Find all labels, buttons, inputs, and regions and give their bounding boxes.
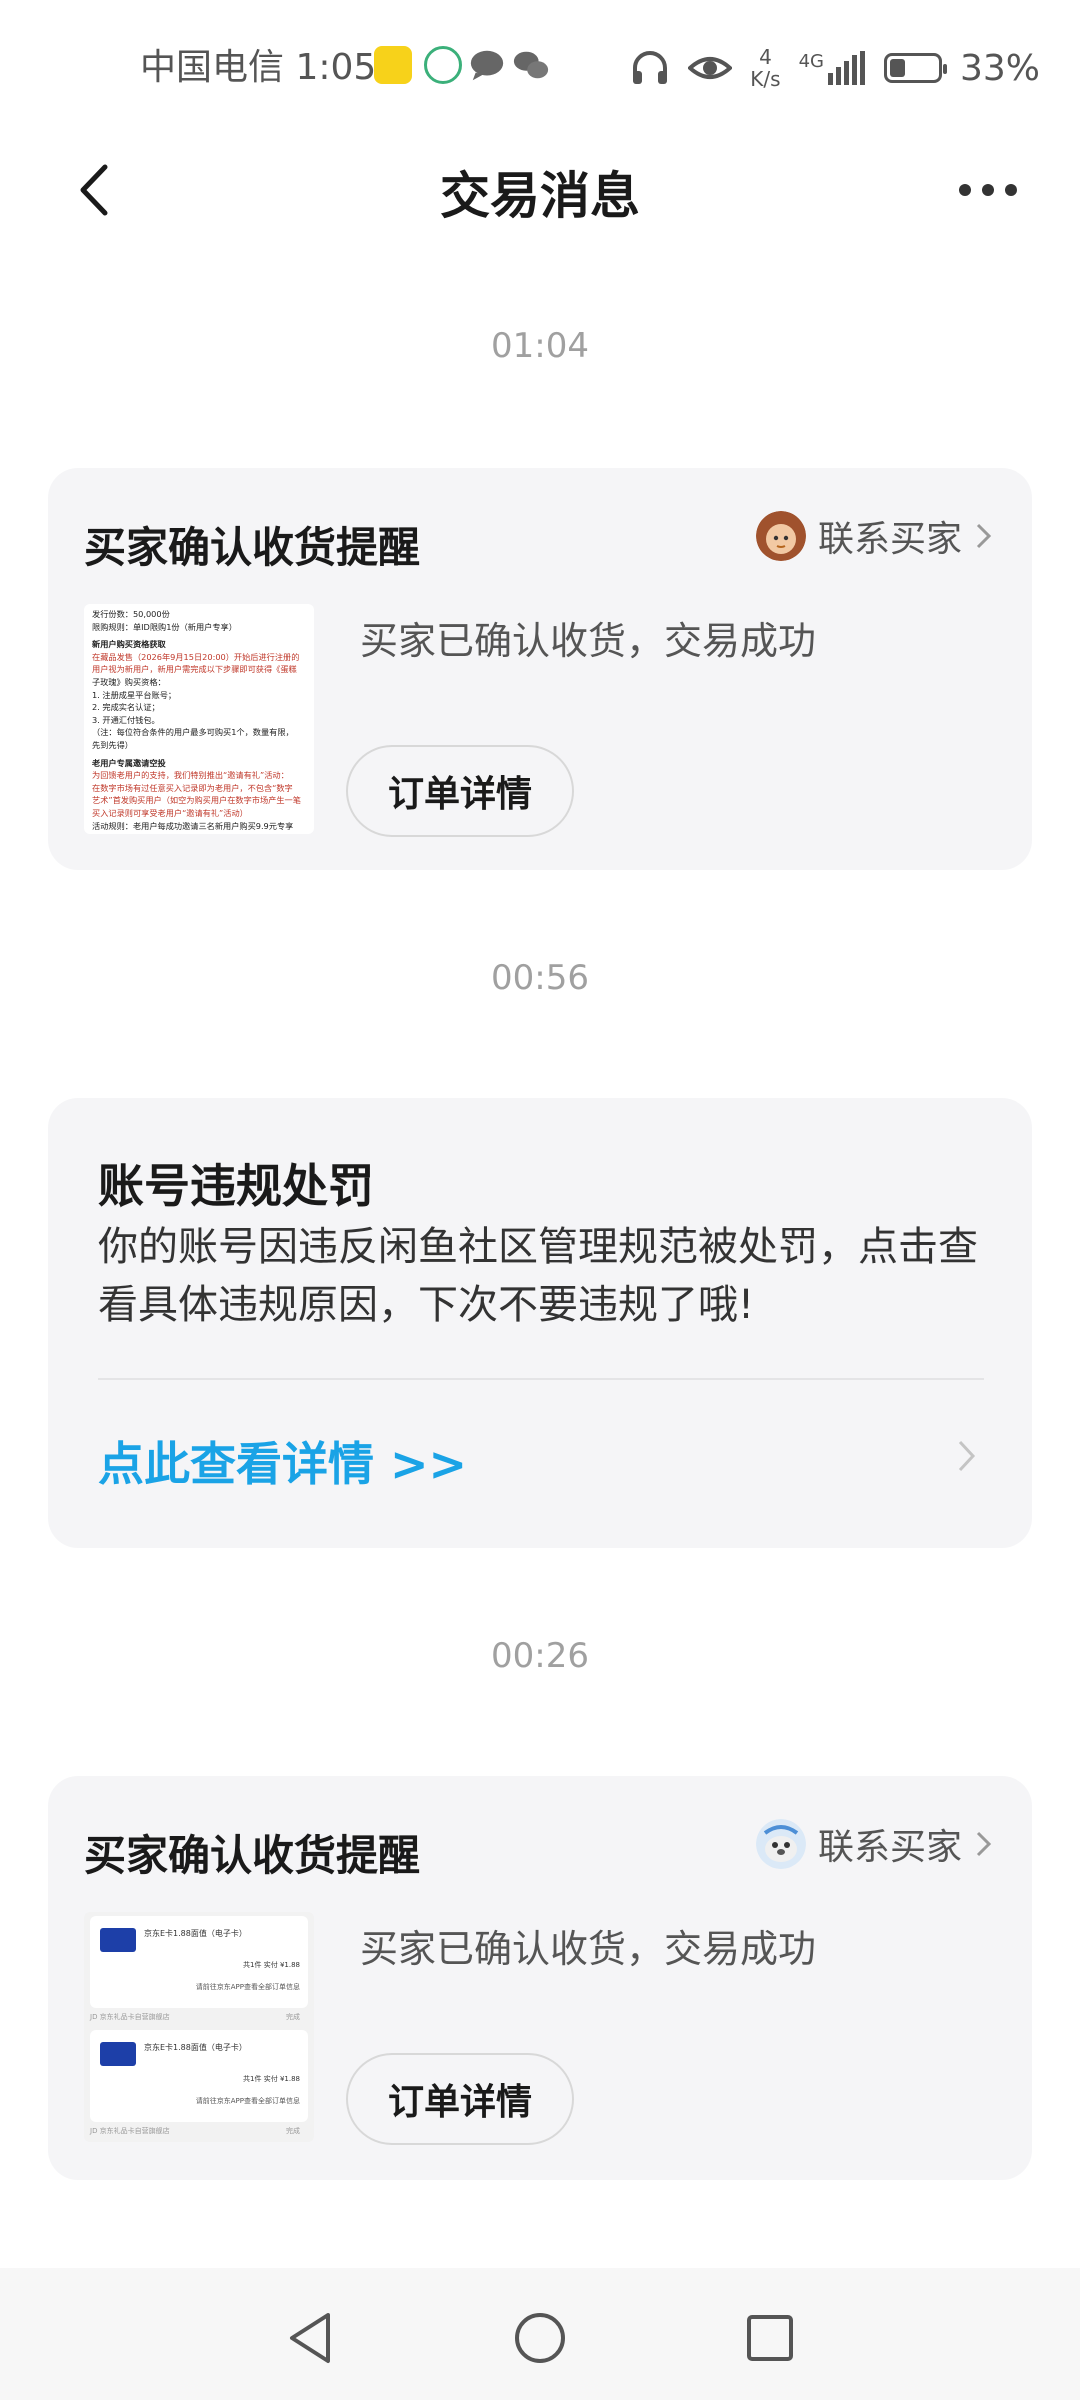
order-details-button[interactable]: 订单详情 (346, 745, 574, 837)
order-description: 买家已确认收货，交易成功 (360, 1927, 817, 1971)
thumbnail-text-line: 在数字市场有过任意买入记录即为老用户，不包含“数字 (92, 782, 293, 793)
thumbnail-text-line: 艺术”首发购买用户（如空为购买用户在数字市场产生一笔 (92, 795, 301, 806)
product-summary: 京东E卡1.88面值（电子卡） 共1件 实付 ¥1.88 请前往京东APP查看全… (90, 2030, 308, 2122)
status-bar: 中国电信 1:05 4 K/s 4G 33% (0, 0, 1080, 130)
page-title: 交易消息 (440, 167, 640, 225)
buyer-avatar (755, 511, 806, 561)
buyer-avatar (755, 1819, 806, 1869)
chevron-right-icon (958, 1440, 976, 1472)
thumbnail-text-line: 限购规则：单ID限购1份（新用户专享） (92, 621, 237, 632)
eye-icon (688, 57, 733, 79)
order-confirm-card[interactable]: 买家确认收货提醒 联系买家 发行份数：50,000份限购规则：单ID限购1份（新… (48, 468, 1032, 870)
header: 交易消息 (0, 130, 1080, 250)
thumbnail-text-line: 为回馈老用户的支持，我们特别推出“邀请有礼”活动： (92, 770, 289, 781)
carrier-label: 中国电信 (140, 47, 285, 88)
thumbnail-text-line: 1. 注册成星平台账号； (92, 689, 177, 700)
card-title: 买家确认收货提醒 (84, 1831, 421, 1880)
wechat-icon (513, 51, 549, 79)
thumbnail-text-line: （注：每位符合条件的用户最多可购买1个，数量有限， (92, 727, 294, 738)
product-summary: 京东E卡1.88面值（电子卡） 共1件 实付 ¥1.88 请前往京东APP查看全… (90, 1916, 308, 2008)
message-timestamp: 00:26 (491, 1636, 589, 1676)
contact-buyer-label: 联系买家 (817, 519, 962, 560)
order-confirm-card[interactable]: 买家确认收货提醒 联系买家 京东E卡1.88面值（电子卡） 共1件 实付 ¥1.… (48, 1776, 1032, 2180)
notification-app-icon (374, 46, 412, 84)
divider (98, 1378, 984, 1380)
chevron-right-icon (976, 523, 992, 549)
jd-card-icon (100, 1928, 136, 1952)
thumbnail-document: 发行份数：50,000份限购规则：单ID限购1份（新用户专享） 新用户购买资格获取… (84, 604, 314, 834)
thumbnail-text-line: 发行份数：50,000份 (92, 609, 170, 619)
card-title: 买家确认收货提醒 (84, 523, 421, 572)
order-thumbnail[interactable]: 发行份数：50,000份限购规则：单ID限购1份（新用户专享） 新用户购买资格获取… (84, 604, 314, 834)
nav-recent-button[interactable] (730, 2298, 810, 2378)
notification-leaf-icon (424, 46, 462, 84)
jd-card-icon (100, 2042, 136, 2066)
order-details-button[interactable]: 订单详情 (346, 2053, 574, 2145)
thumbnail-text-line: 用户视为新用户，新用户需完成以下步骤即可获得《蛋糕 (92, 664, 297, 675)
square-recent-icon (747, 2315, 793, 2361)
battery-icon (883, 53, 947, 83)
thumbnail-text-line: 3. 开通汇付钱包。 (92, 714, 160, 725)
network-speed: 4 K/s (750, 45, 781, 91)
view-details-link[interactable]: 点此查看详情 >> (98, 1428, 467, 1494)
more-dots-icon (959, 184, 971, 196)
penalty-title: 账号违规处罚 (98, 1159, 374, 1213)
thumbnail-text-line: 新用户购买资格获取 (92, 639, 166, 650)
thumbnail-text-line: 老用户专属邀请空投 (92, 757, 166, 768)
penalty-body: 你的账号因违反闲鱼社区管理规范被处罚，点击查看具体违规原因，下次不要违规了哦! (98, 1224, 978, 1328)
thumbnail-text-line: 子玫瑰》购买资格： (92, 676, 166, 687)
system-nav-bar (0, 2268, 1080, 2400)
message-timestamp: 01:04 (491, 326, 589, 366)
nav-home-button[interactable] (500, 2298, 580, 2378)
status-time: 1:05 (295, 47, 377, 88)
order-description: 买家已确认收货，交易成功 (360, 619, 817, 663)
circle-home-icon (515, 2313, 565, 2363)
contact-buyer-button[interactable]: 联系买家 (755, 510, 994, 562)
more-button[interactable] (940, 148, 1036, 232)
battery-percent: 33% (959, 47, 1040, 89)
penalty-card[interactable]: 账号违规处罚 你的账号因违反闲鱼社区管理规范被处罚，点击查看具体违规原因，下次不… (48, 1098, 1032, 1548)
thumbnail-text-line: 在藏品发售（2026年9月15日20:00）开始后进行注册的 (92, 651, 300, 662)
headphone-icon (633, 51, 668, 84)
thumbnail-text-line: 先到先得） (92, 739, 133, 750)
message-bubble-icon (470, 50, 504, 81)
chevron-right-icon (976, 1831, 992, 1857)
thumbnail-text-line: 活动规则：老用户每成功邀请三名新用户购买9.9元专享 (92, 820, 294, 831)
contact-buyer-button[interactable]: 联系买家 (755, 1818, 994, 1870)
contact-buyer-label: 联系买家 (817, 1827, 962, 1868)
thumbnail-text-line: 买入记录则可享受老用户“邀请有礼”活动） (92, 807, 248, 818)
nav-back-button[interactable] (270, 2298, 350, 2378)
message-timestamp: 00:56 (491, 958, 589, 998)
triangle-back-icon (290, 2313, 330, 2363)
order-thumbnail[interactable]: 京东E卡1.88面值（电子卡） 共1件 实付 ¥1.88 请前往京东APP查看全… (84, 1912, 314, 2142)
thumbnail-text-line: 2. 完成实名认证； (92, 702, 160, 713)
signal-icon: 4G (799, 51, 866, 85)
